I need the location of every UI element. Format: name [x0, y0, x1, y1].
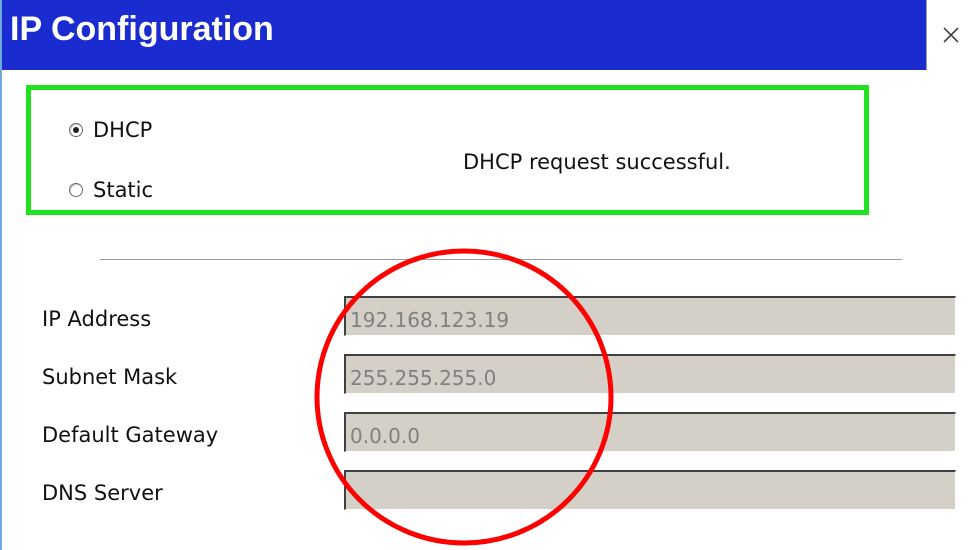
subnet-mask-label: Subnet Mask	[42, 365, 178, 389]
static-radio-option[interactable]: Static	[69, 178, 153, 202]
ip-mode-group: DHCP Static DHCP request successful.	[26, 85, 869, 215]
ip-address-input[interactable]	[344, 296, 956, 336]
dns-server-input[interactable]	[344, 470, 956, 510]
dns-server-label: DNS Server	[42, 481, 163, 505]
dhcp-radio-option[interactable]: DHCP	[69, 118, 152, 142]
default-gateway-label: Default Gateway	[42, 423, 219, 447]
dhcp-radio-button[interactable]	[69, 123, 83, 137]
static-radio-button[interactable]	[69, 183, 83, 197]
ip-configuration-window: IP Configuration DHCP Static DHCP reques…	[0, 0, 972, 550]
close-button[interactable]	[926, 0, 972, 70]
window-title: IP Configuration	[10, 10, 274, 48]
annotation-overlay	[314, 248, 614, 546]
static-radio-label: Static	[93, 178, 154, 202]
dhcp-status-text: DHCP request successful.	[463, 150, 731, 174]
default-gateway-input[interactable]	[344, 412, 956, 452]
title-bar: IP Configuration	[2, 0, 972, 70]
separator-line	[100, 259, 902, 261]
close-icon	[942, 27, 959, 43]
ip-address-label: IP Address	[42, 307, 152, 331]
dhcp-radio-label: DHCP	[93, 118, 153, 142]
subnet-mask-input[interactable]	[344, 354, 956, 394]
